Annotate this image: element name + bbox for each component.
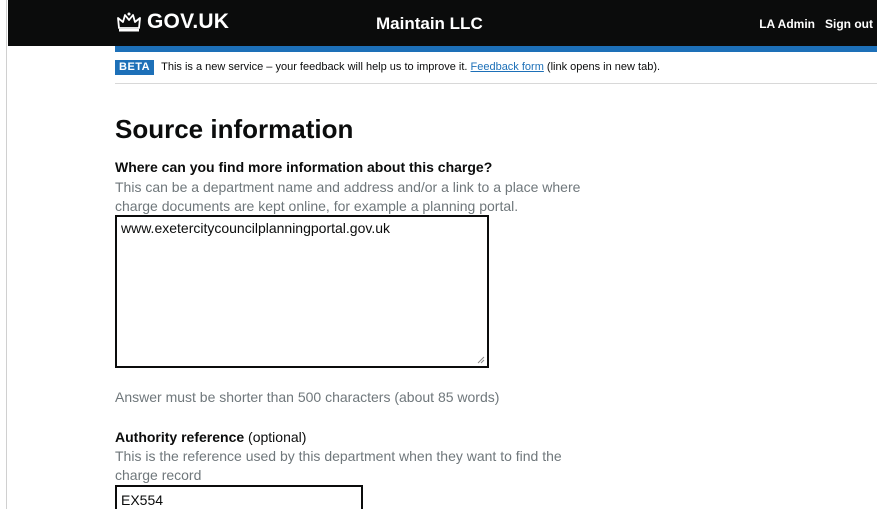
feedback-form-link[interactable]: Feedback form: [471, 61, 544, 73]
window-edge: [0, 0, 7, 509]
info-hint-line-2: charge documents are kept online, for ex…: [115, 198, 519, 214]
page-title: Source information: [115, 114, 354, 144]
character-limit-hint: Answer must be shorter than 500 characte…: [115, 389, 500, 405]
govuk-logo[interactable]: GOV.UK: [116, 10, 229, 34]
header-accent-bar: [115, 46, 877, 52]
beta-tag: BETA: [115, 60, 155, 75]
phase-text-before: This is a new service – your feedback wi…: [161, 61, 471, 73]
info-field-hint: This can be a department name and addres…: [115, 178, 580, 216]
reference-label-text: Authority reference: [115, 429, 245, 445]
user-account-link[interactable]: LA Admin: [759, 17, 815, 31]
crown-icon: [117, 12, 141, 32]
reference-hint-line-2: charge record: [115, 467, 202, 483]
phase-banner-text: This is a new service – your feedback wi…: [161, 60, 660, 75]
header-nav: LA Admin Sign out: [759, 17, 873, 31]
service-name-link[interactable]: Maintain LLC: [376, 14, 483, 34]
reference-field-label: Authority reference (optional): [115, 429, 306, 445]
info-field-label: Where can you find more information abou…: [115, 159, 493, 175]
phase-text-after: (link opens in new tab).: [543, 61, 661, 73]
reference-input-value: EX554: [121, 492, 164, 508]
textarea-value: www.exetercitycouncilplanningportal.gov.…: [121, 220, 390, 236]
logo-text: GOV.UK: [147, 10, 230, 33]
optional-marker: (optional): [248, 429, 307, 445]
more-information-textarea[interactable]: www.exetercitycouncilplanningportal.gov.…: [115, 215, 489, 368]
phase-banner: BETA This is a new service – your feedba…: [115, 60, 877, 84]
reference-hint-line-1: This is the reference used by this depar…: [115, 448, 562, 464]
site-header: GOV.UK Maintain LLC LA Admin Sign out: [8, 0, 877, 46]
reference-field-hint: This is the reference used by this depar…: [115, 447, 562, 485]
authority-reference-input[interactable]: EX554: [115, 485, 363, 509]
info-hint-line-1: This can be a department name and addres…: [115, 179, 581, 195]
sign-out-link[interactable]: Sign out: [825, 17, 873, 31]
resize-handle-icon[interactable]: [477, 356, 485, 364]
